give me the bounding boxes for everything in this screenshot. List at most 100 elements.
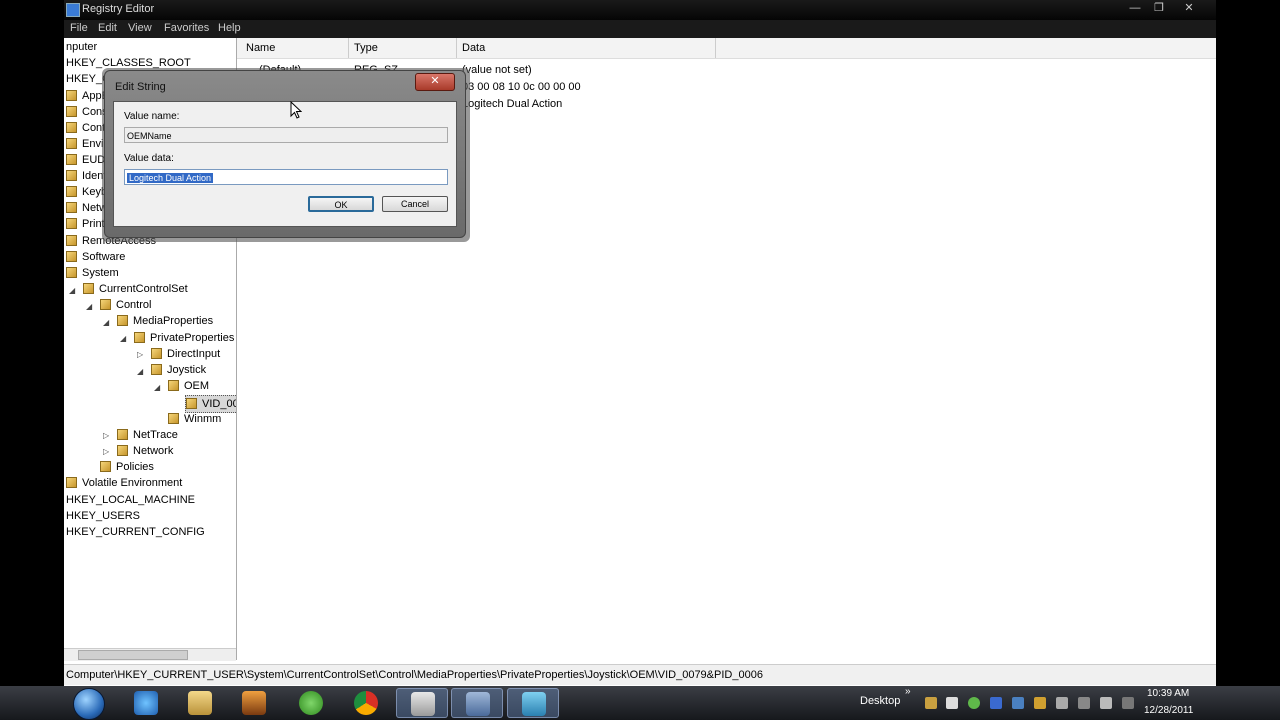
collapse-arrow-icon[interactable]: ◢: [69, 286, 75, 295]
expand-arrow-icon[interactable]: ▷: [137, 350, 143, 359]
toolbar-chevron-icon[interactable]: »: [905, 686, 911, 697]
tree-item[interactable]: HKEY_CURRENT_CONFIG: [66, 524, 205, 540]
tree-item[interactable]: Control: [100, 297, 151, 313]
clock-date[interactable]: 12/28/2011: [1144, 705, 1193, 716]
tray-window-icon[interactable]: [946, 697, 958, 709]
tree-item-label: Control: [116, 299, 152, 311]
start-button[interactable]: [70, 688, 106, 720]
dialog-body: Value name: OEMName Value data: Logitech…: [113, 101, 457, 227]
status-path: Computer\HKEY_CURRENT_USER\System\Curren…: [66, 669, 763, 681]
dialog-close-button[interactable]: ✕: [415, 73, 455, 91]
collapse-arrow-icon[interactable]: ◢: [86, 302, 92, 311]
minimize-button[interactable]: —: [1124, 1, 1146, 15]
tray-network-icon[interactable]: [1012, 697, 1024, 709]
tree-item[interactable]: HKEY_LOCAL_MACHINE: [66, 492, 195, 508]
folder-icon: [66, 218, 77, 229]
folder-icon: [66, 170, 77, 181]
tree-item[interactable]: Software: [66, 249, 125, 265]
tree-scroll-thumb[interactable]: [78, 650, 188, 660]
clock-time[interactable]: 10:39 AM: [1147, 688, 1189, 699]
column-type-header[interactable]: Type: [354, 42, 378, 54]
tree-item-label: OEM: [184, 380, 210, 392]
column-separator[interactable]: [715, 38, 716, 58]
taskbar-chrome[interactable]: [340, 688, 392, 718]
tray-settings-icon[interactable]: [1056, 697, 1068, 709]
tree-item[interactable]: PrivateProperties: [134, 330, 234, 346]
row-data: 03 00 08 10 0c 00 00 00: [462, 81, 581, 93]
taskbar-regedit[interactable]: [507, 688, 559, 718]
tree-item[interactable]: OEM: [168, 378, 209, 394]
taskbar-media-player[interactable]: [228, 688, 280, 718]
tree-item-label: CurrentControlSet: [99, 283, 188, 295]
folder-icon: [83, 283, 94, 294]
tray-power-icon[interactable]: [1078, 697, 1090, 709]
column-separator[interactable]: [348, 38, 349, 58]
folder-icon: [134, 332, 145, 343]
tree-item[interactable]: Policies: [100, 459, 154, 475]
ok-button[interactable]: OK: [308, 196, 374, 212]
taskbar-ie[interactable]: [120, 688, 172, 718]
collapse-arrow-icon[interactable]: ◢: [154, 383, 160, 392]
close-button[interactable]: ✕: [1178, 1, 1200, 15]
desktop-toolbar-label[interactable]: Desktop: [860, 695, 900, 707]
tray-flag-icon[interactable]: [1100, 697, 1112, 709]
tree-item[interactable]: nputer: [66, 39, 97, 55]
window-icon: [411, 692, 435, 716]
window-title: Registry Editor: [82, 3, 155, 15]
column-separator[interactable]: [456, 38, 457, 58]
taskbar-utorrent[interactable]: [285, 688, 337, 718]
taskbar-window-2[interactable]: [451, 688, 503, 718]
collapse-arrow-icon[interactable]: ◢: [120, 334, 126, 343]
tree-item-label: MediaProperties: [133, 315, 214, 327]
tree-item-label: PrivateProperties: [150, 332, 235, 344]
registry-editor-icon: [522, 692, 546, 716]
menu-view[interactable]: View: [128, 22, 152, 34]
column-data-header[interactable]: Data: [462, 42, 485, 54]
expand-arrow-icon[interactable]: ▷: [103, 431, 109, 440]
folder-icon: [117, 445, 128, 456]
menu-help[interactable]: Help: [218, 22, 241, 34]
collapse-arrow-icon[interactable]: ◢: [137, 367, 143, 376]
maximize-button[interactable]: ❐: [1148, 1, 1170, 15]
tray-utorrent-icon[interactable]: [968, 697, 980, 709]
tree-item[interactable]: Winmm: [168, 411, 221, 427]
menu-edit[interactable]: Edit: [98, 22, 117, 34]
column-name-header[interactable]: Name: [246, 42, 275, 54]
folder-icon: [186, 398, 197, 409]
tree-item[interactable]: CurrentControlSet: [83, 281, 188, 297]
pen-tool-icon: [466, 692, 490, 716]
tree-item[interactable]: Joystick: [151, 362, 206, 378]
tray-volume-icon[interactable]: [1122, 697, 1134, 709]
taskbar-window-1[interactable]: [396, 688, 448, 718]
folder-icon: [66, 267, 77, 278]
folder-icon: [100, 461, 111, 472]
value-data-input[interactable]: Logitech Dual Action: [124, 169, 448, 185]
tree-item[interactable]: Volatile Environment: [66, 475, 182, 491]
edit-string-dialog: Edit String ✕ Value name: OEMName Value …: [104, 70, 466, 238]
folder-icon: [117, 429, 128, 440]
cancel-button[interactable]: Cancel: [382, 196, 448, 212]
tree-item[interactable]: HKEY_USERS: [66, 508, 140, 524]
tree-item[interactable]: MediaProperties: [117, 313, 213, 329]
tree-item[interactable]: DirectInput: [151, 346, 220, 362]
media-player-icon: [242, 691, 266, 715]
tree-item-label: HKEY_USERS: [66, 510, 140, 522]
tray-bluetooth-icon[interactable]: [990, 697, 1002, 709]
menu-favorites[interactable]: Favorites: [164, 22, 209, 34]
menu-file[interactable]: File: [70, 22, 88, 34]
taskbar-explorer[interactable]: [174, 688, 226, 718]
tray-folder-icon[interactable]: [925, 697, 937, 709]
value-data-label: Value data:: [124, 153, 174, 164]
tree-item[interactable]: System: [66, 265, 119, 281]
folder-icon: [151, 364, 162, 375]
tree-item[interactable]: Network: [117, 443, 173, 459]
tree-item[interactable]: NetTrace: [117, 427, 178, 443]
tree-item-label: NetTrace: [133, 429, 178, 441]
utorrent-icon: [299, 691, 323, 715]
tree-item-label: DirectInput: [167, 348, 221, 360]
title-bar[interactable]: Registry Editor — ❐ ✕: [64, 0, 1216, 20]
tray-security-icon[interactable]: [1034, 697, 1046, 709]
expand-arrow-icon[interactable]: ▷: [103, 447, 109, 456]
collapse-arrow-icon[interactable]: ◢: [103, 318, 109, 327]
windows-orb-icon: [73, 688, 105, 720]
